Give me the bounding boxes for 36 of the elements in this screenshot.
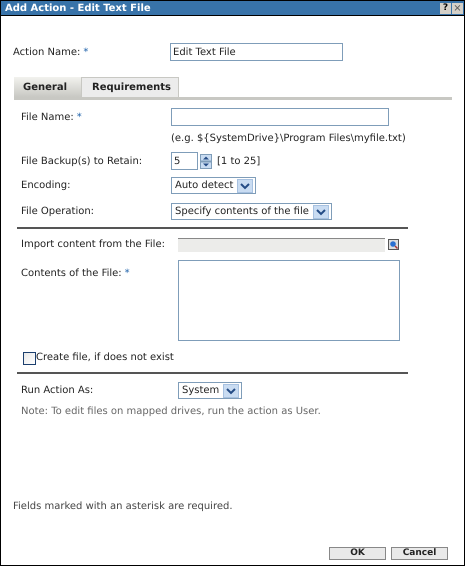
- close-button[interactable]: ×: [452, 2, 463, 14]
- tab[interactable]: General: [14, 77, 81, 97]
- action-name-field[interactable]: Edit Text File: [170, 43, 343, 61]
- hint-text: (e.g. ${SystemDrive}\Program Files\myfile.txt): [171, 133, 406, 144]
- checkbox-label: Create file, if does not exist: [36, 351, 174, 365]
- backups-field[interactable]: 5: [171, 152, 198, 170]
- dialog-button[interactable]: Cancel: [391, 547, 448, 560]
- field-label: File Backup(s) to Retain:: [21, 154, 142, 168]
- caret-icon: [237, 178, 254, 192]
- field-label: File Name:: [21, 110, 74, 124]
- spinner-icon[interactable]: [200, 154, 212, 168]
- field-label: Import content from the File:: [21, 238, 165, 252]
- field-label: Encoding:: [21, 179, 70, 193]
- encoding-dropdown[interactable]: Auto detect: [171, 177, 256, 194]
- help-button[interactable]: ?: [440, 2, 451, 14]
- dialog-button[interactable]: OK: [329, 547, 386, 560]
- file-name-field[interactable]: [171, 108, 389, 126]
- note-text: Note: To edit files on mapped drives, run the action as User.: [21, 406, 321, 417]
- checkbox[interactable]: [23, 352, 36, 365]
- search-icon[interactable]: [388, 239, 399, 250]
- caret-icon: [312, 204, 329, 218]
- required-asterisk: *: [124, 267, 130, 281]
- caret-icon: [223, 384, 240, 398]
- field-label: Action Name:: [13, 46, 80, 60]
- field-label: Contents of the File:: [21, 267, 122, 281]
- footer-note: Fields marked with an asterisk are required.: [13, 501, 233, 512]
- field-label: File Operation:: [21, 205, 94, 219]
- required-asterisk: *: [83, 46, 88, 60]
- field-label: Run Action As:: [21, 384, 94, 398]
- file-operation-dropdown[interactable]: Specify contents of the file: [171, 203, 332, 220]
- range-text: [1 to 25]: [217, 154, 260, 168]
- required-asterisk: *: [76, 110, 82, 124]
- run-as-dropdown[interactable]: System: [178, 382, 242, 399]
- contents-field[interactable]: [178, 260, 400, 341]
- window-title: Add Action - Edit Text File: [5, 2, 151, 16]
- tab[interactable]: Requirements: [81, 77, 179, 97]
